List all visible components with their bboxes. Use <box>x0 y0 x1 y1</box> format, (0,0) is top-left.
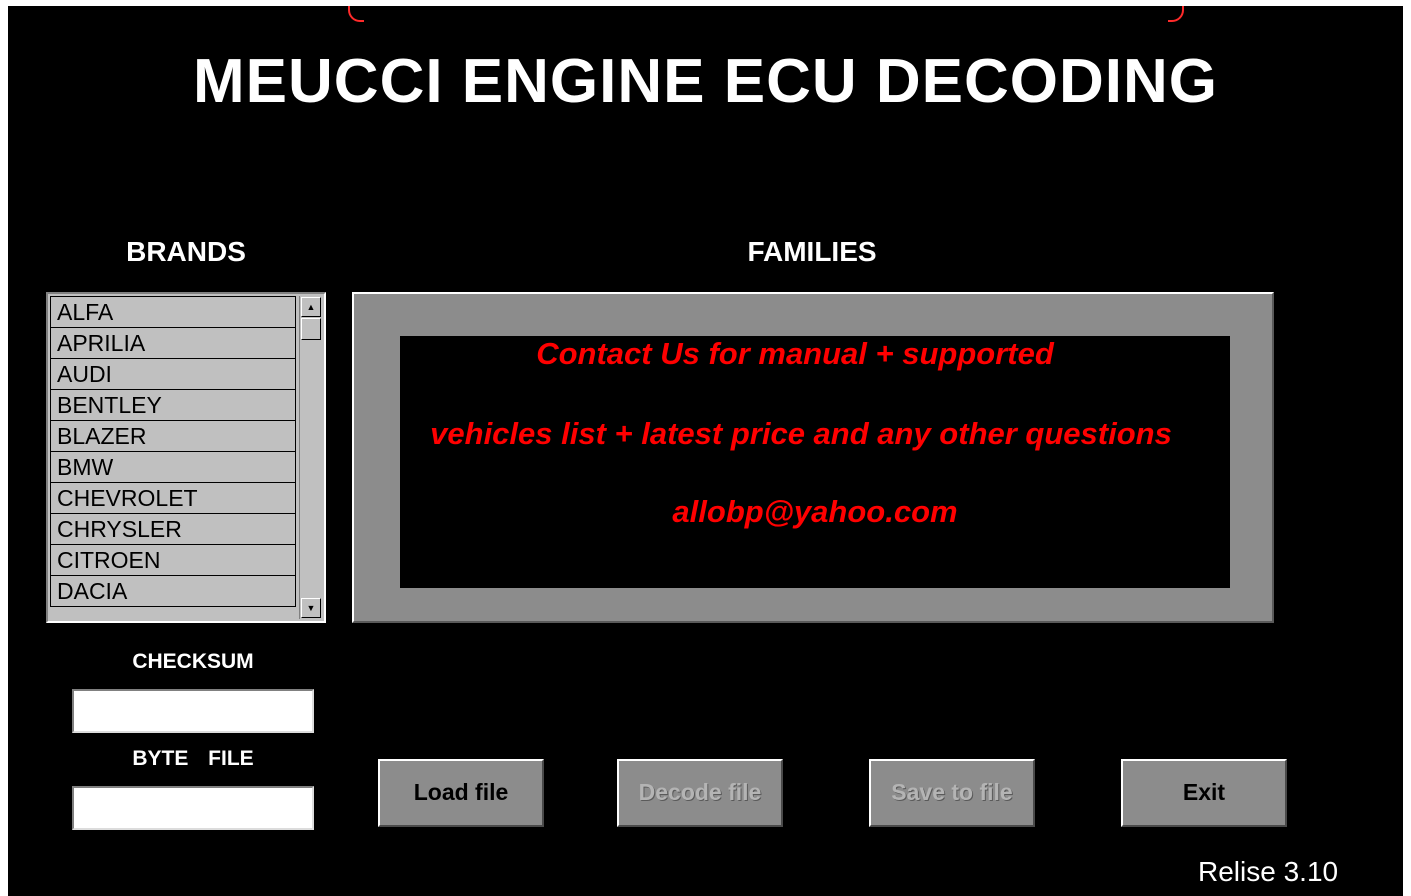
brand-item-dacia[interactable]: DACIA <box>50 576 296 607</box>
release-version: Relise 3.10 <box>1198 856 1339 887</box>
top-red-arc-right <box>1168 6 1184 22</box>
brands-listbox[interactable]: ALFA APRILIA AUDI BENTLEY BLAZER BMW CHE… <box>46 292 326 623</box>
brands-items: ALFA APRILIA AUDI BENTLEY BLAZER BMW CHE… <box>50 296 296 607</box>
scroll-up-arrow-icon[interactable]: ▲ <box>301 297 321 317</box>
brand-item-aprilia[interactable]: APRILIA <box>50 328 296 359</box>
families-panel: Contact Us for manual + supported vehicl… <box>352 292 1274 623</box>
contact-line: vehicles list + latest price and any oth… <box>430 416 1172 451</box>
app-title: MEUCCI ENGINE ECU DECODING <box>193 47 1218 116</box>
brand-item-chrysler[interactable]: CHRYSLER <box>50 514 296 545</box>
contact-line: Contact Us for manual + supported <box>536 336 1054 371</box>
contact-message-box: Contact Us for manual + supported vehicl… <box>400 336 1230 588</box>
checksum-field[interactable] <box>72 689 314 733</box>
brand-item-audi[interactable]: AUDI <box>50 359 296 390</box>
byte-file-label: BYTE FILE <box>132 747 254 770</box>
load-file-button[interactable]: Load file <box>378 759 544 827</box>
contact-email: allobp@yahoo.com <box>672 494 958 529</box>
families-heading: FAMILIES <box>747 236 877 267</box>
brands-scrollbar[interactable]: ▲ ▼ <box>299 296 322 619</box>
brand-item-chevrolet[interactable]: CHEVROLET <box>50 483 296 514</box>
byte-file-field[interactable] <box>72 786 314 830</box>
brand-item-alfa[interactable]: ALFA <box>50 296 296 328</box>
scroll-down-arrow-icon[interactable]: ▼ <box>301 598 321 618</box>
checksum-label: CHECKSUM <box>132 650 254 673</box>
decode-file-button[interactable]: Decode file <box>617 759 783 827</box>
brands-heading: BRANDS <box>126 236 246 267</box>
brand-item-citroen[interactable]: CITROEN <box>50 545 296 576</box>
brand-item-bmw[interactable]: BMW <box>50 452 296 483</box>
top-red-arc-left <box>348 6 364 22</box>
brand-item-bentley[interactable]: BENTLEY <box>50 390 296 421</box>
exit-button[interactable]: Exit <box>1121 759 1287 827</box>
brand-item-blazer[interactable]: BLAZER <box>50 421 296 452</box>
scroll-thumb[interactable] <box>301 318 321 340</box>
save-to-file-button[interactable]: Save to file <box>869 759 1035 827</box>
